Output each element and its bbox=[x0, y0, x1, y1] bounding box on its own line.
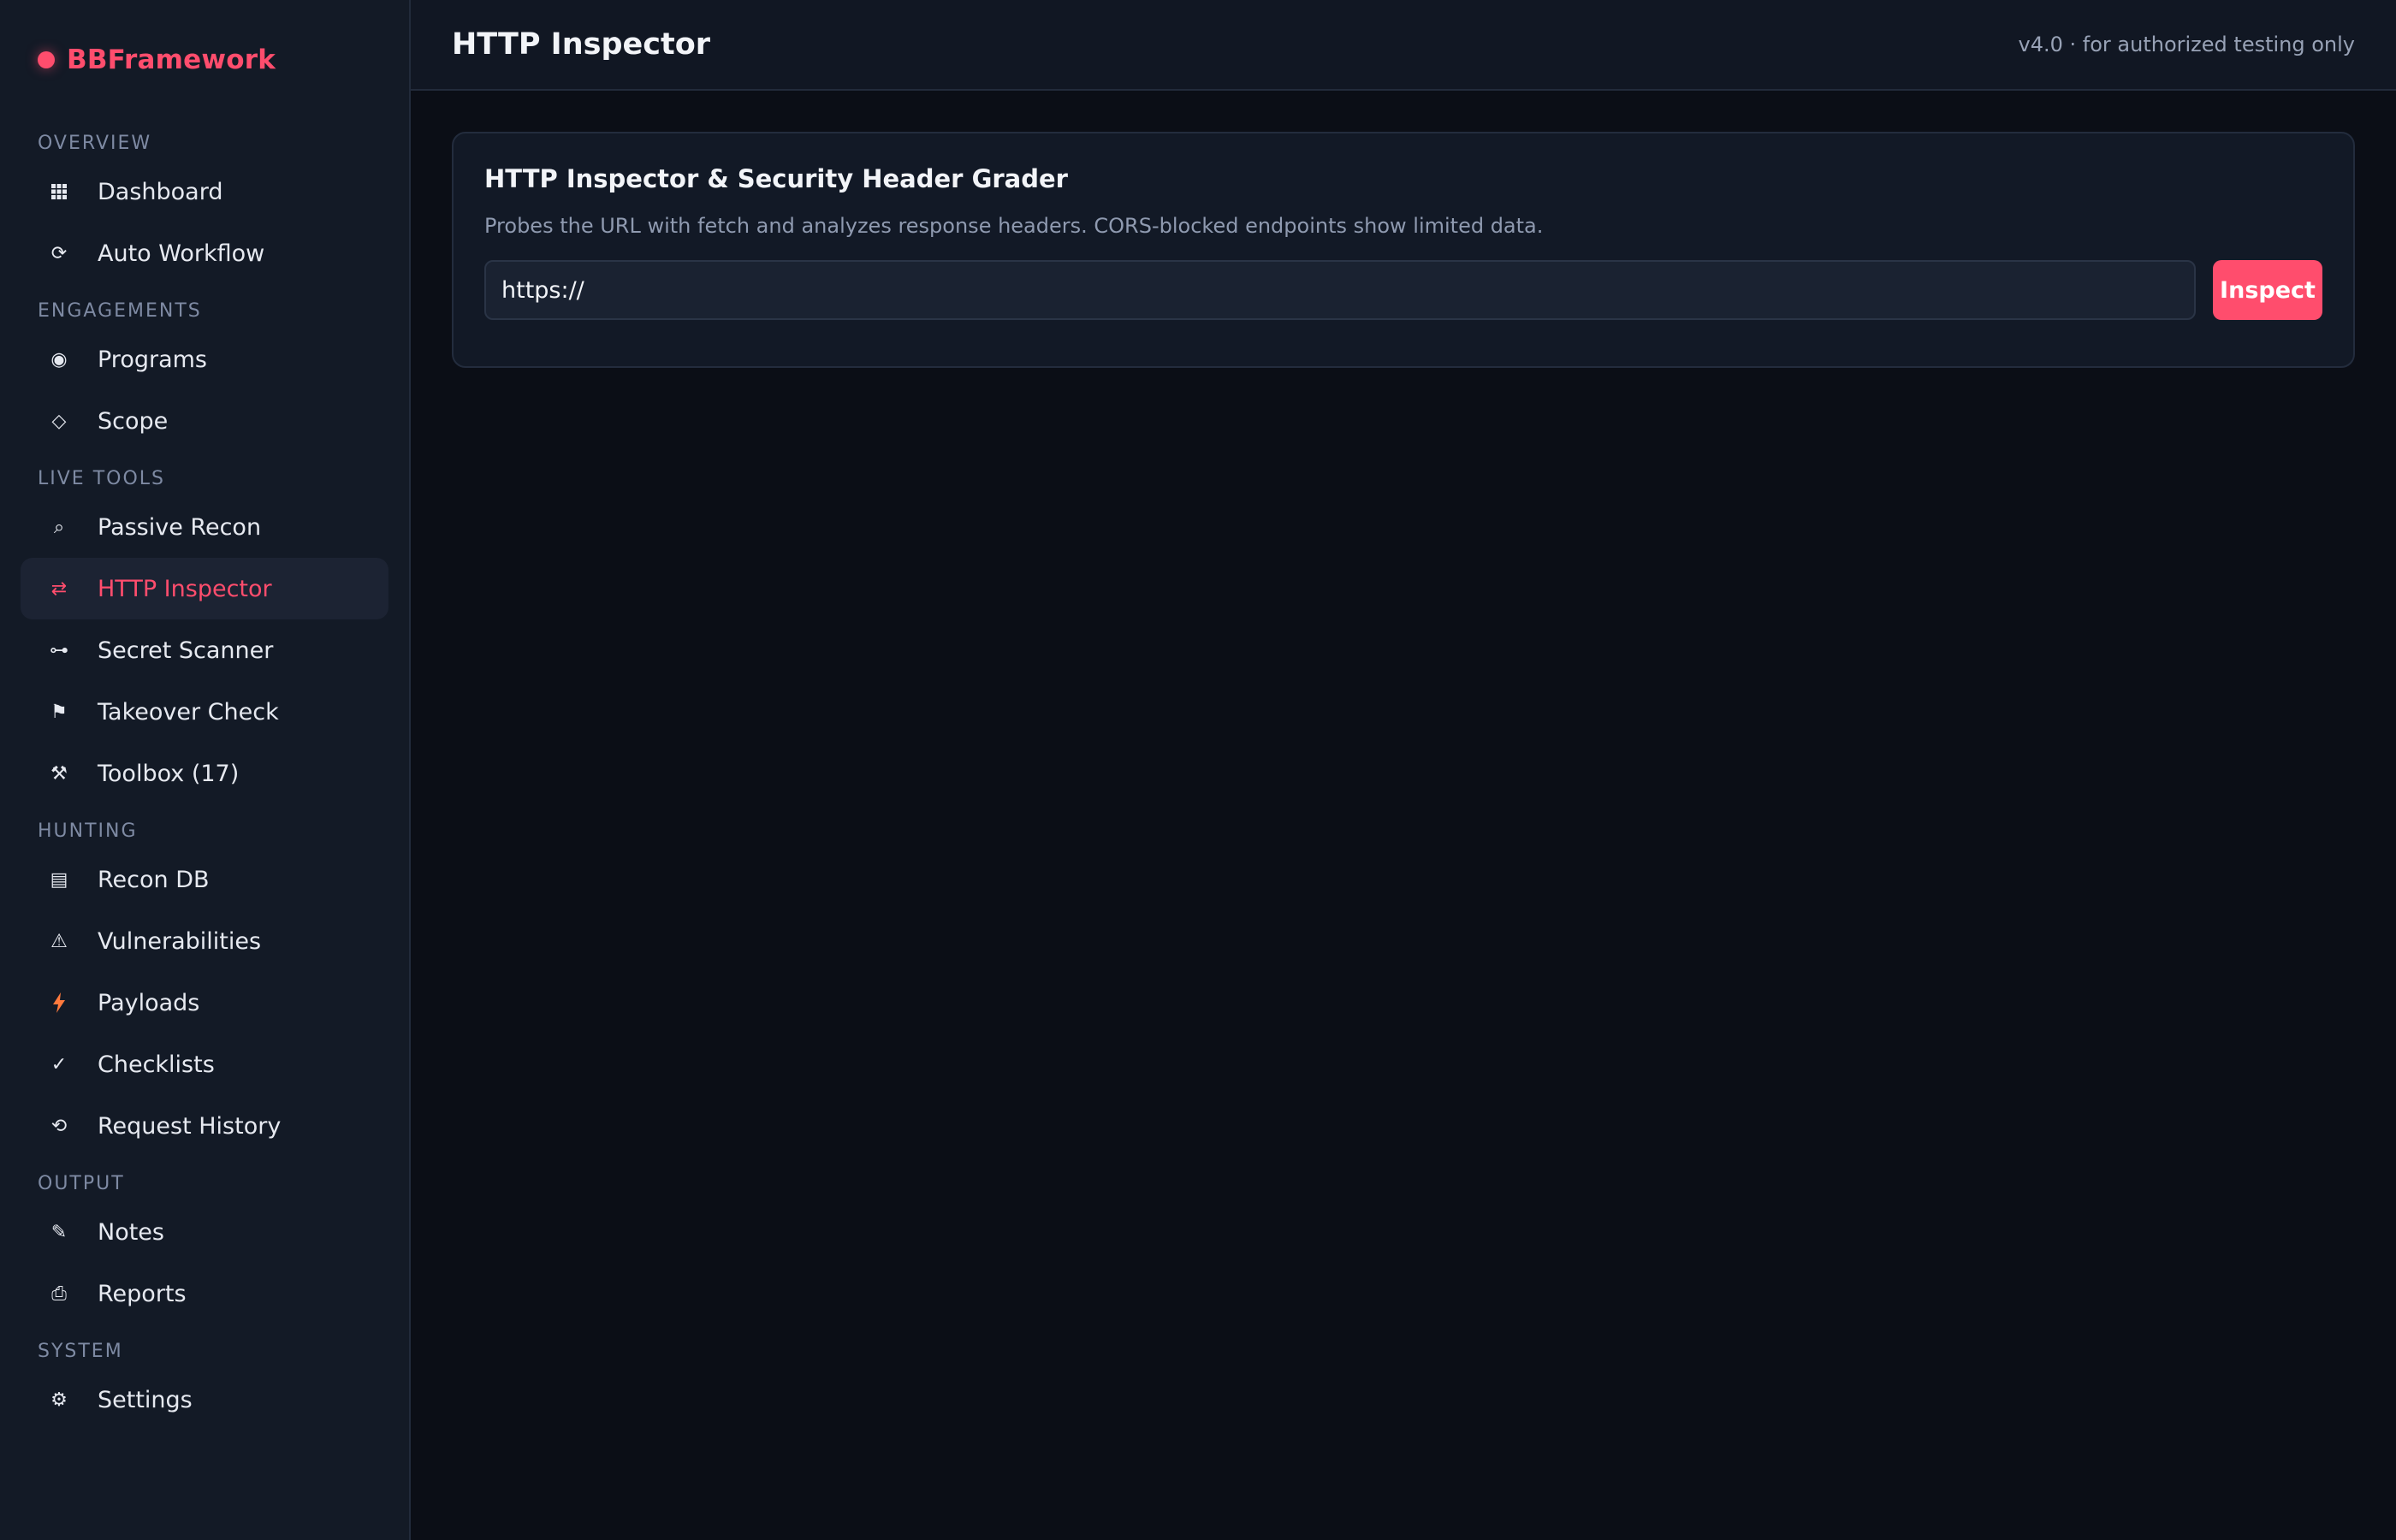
tools-icon: ⚒ bbox=[50, 762, 68, 785]
gear-icon: ⚙ bbox=[50, 1389, 68, 1411]
sidebar-item-label: Payloads bbox=[98, 989, 200, 1016]
target-icon: ◉ bbox=[50, 348, 68, 370]
sidebar-item-request-history[interactable]: ⟲ Request History bbox=[21, 1095, 388, 1157]
search-icon: ⌕ bbox=[53, 516, 65, 538]
sidebar-item-label: Recon DB bbox=[98, 866, 210, 893]
card-description: Probes the URL with fetch and analyzes r… bbox=[484, 214, 1544, 238]
report-icon: ⎙ bbox=[51, 1282, 67, 1305]
brand[interactable]: BBFramework bbox=[21, 0, 388, 120]
sidebar-item-label: HTTP Inspector bbox=[98, 575, 272, 602]
brand-dot-icon bbox=[38, 51, 55, 68]
section-label-system: SYSTEM bbox=[38, 1341, 123, 1362]
sidebar-item-label: Vulnerabilities bbox=[98, 927, 262, 955]
sidebar: BBFramework OVERVIEW Dashboard ⟳ Auto Wo… bbox=[0, 0, 411, 1540]
section-label-overview: OVERVIEW bbox=[38, 133, 152, 154]
section-label-engagements: ENGAGEMENTS bbox=[38, 300, 202, 322]
sidebar-item-notes[interactable]: ✎ Notes bbox=[21, 1201, 388, 1263]
sidebar-item-http-inspector[interactable]: ⇄ HTTP Inspector bbox=[21, 558, 388, 619]
sidebar-item-label: Toolbox (17) bbox=[98, 760, 240, 787]
sidebar-item-dashboard[interactable]: Dashboard bbox=[21, 161, 388, 222]
sidebar-item-passive-recon[interactable]: ⌕ Passive Recon bbox=[21, 496, 388, 558]
pencil-icon: ✎ bbox=[50, 1221, 68, 1243]
bolt-icon bbox=[46, 992, 72, 1013]
sidebar-item-secret-scanner[interactable]: ⊶ Secret Scanner bbox=[21, 619, 388, 681]
refresh-icon: ⟳ bbox=[50, 242, 68, 264]
sidebar-item-label: Takeover Check bbox=[98, 698, 279, 726]
url-input[interactable] bbox=[484, 260, 2196, 320]
sidebar-item-label: Passive Recon bbox=[98, 513, 262, 541]
inspect-button[interactable]: Inspect bbox=[2213, 260, 2322, 320]
sidebar-item-auto-workflow[interactable]: ⟳ Auto Workflow bbox=[21, 222, 388, 284]
topbar: HTTP Inspector v4.0 · for authorized tes… bbox=[411, 0, 2396, 91]
sidebar-item-checklists[interactable]: ✓ Checklists bbox=[21, 1034, 388, 1095]
sidebar-item-programs[interactable]: ◉ Programs bbox=[21, 329, 388, 390]
history-icon: ⟲ bbox=[50, 1115, 68, 1137]
content: HTTP Inspector & Security Header Grader … bbox=[411, 91, 2396, 409]
url-row: Inspect bbox=[484, 260, 2322, 320]
grid-icon bbox=[46, 183, 72, 200]
sidebar-item-label: Scope bbox=[98, 407, 169, 435]
sidebar-item-vulnerabilities[interactable]: ⚠ Vulnerabilities bbox=[21, 910, 388, 972]
sidebar-item-settings[interactable]: ⚙ Settings bbox=[21, 1369, 388, 1430]
sidebar-item-label: Request History bbox=[98, 1112, 282, 1140]
sidebar-item-label: Programs bbox=[98, 346, 207, 373]
main-area: HTTP Inspector v4.0 · for authorized tes… bbox=[411, 0, 2396, 1540]
section-label-live-tools: LIVE TOOLS bbox=[38, 468, 165, 489]
card-title: HTTP Inspector & Security Header Grader bbox=[484, 164, 1068, 193]
sidebar-item-reports[interactable]: ⎙ Reports bbox=[21, 1263, 388, 1324]
sidebar-item-label: Checklists bbox=[98, 1051, 215, 1078]
sidebar-item-recon-db[interactable]: ▤ Recon DB bbox=[21, 849, 388, 910]
sidebar-item-label: Settings bbox=[98, 1386, 193, 1413]
sidebar-item-label: Secret Scanner bbox=[98, 637, 274, 664]
section-label-hunting: HUNTING bbox=[38, 820, 138, 842]
sidebar-item-scope[interactable]: ◇ Scope bbox=[21, 390, 388, 452]
page-title: HTTP Inspector bbox=[452, 27, 711, 62]
sidebar-item-label: Auto Workflow bbox=[98, 240, 265, 267]
sidebar-item-label: Reports bbox=[98, 1280, 187, 1307]
diamond-icon: ◇ bbox=[51, 410, 67, 432]
swap-arrows-icon: ⇄ bbox=[50, 578, 68, 600]
section-label-output: OUTPUT bbox=[38, 1173, 125, 1194]
database-icon: ▤ bbox=[50, 868, 68, 891]
brand-name: BBFramework bbox=[67, 44, 276, 75]
key-icon: ⊶ bbox=[50, 639, 68, 661]
sidebar-item-label: Dashboard bbox=[98, 178, 223, 205]
warning-icon: ⚠ bbox=[50, 930, 68, 952]
version-label: v4.0 · for authorized testing only bbox=[2018, 33, 2355, 56]
inspector-card: HTTP Inspector & Security Header Grader … bbox=[452, 132, 2355, 368]
sidebar-item-label: Notes bbox=[98, 1218, 164, 1246]
flag-icon: ⚑ bbox=[50, 701, 68, 723]
sidebar-item-takeover-check[interactable]: ⚑ Takeover Check bbox=[21, 681, 388, 743]
sidebar-item-payloads[interactable]: Payloads bbox=[21, 972, 388, 1034]
sidebar-item-toolbox[interactable]: ⚒ Toolbox (17) bbox=[21, 743, 388, 804]
check-icon: ✓ bbox=[50, 1053, 68, 1075]
